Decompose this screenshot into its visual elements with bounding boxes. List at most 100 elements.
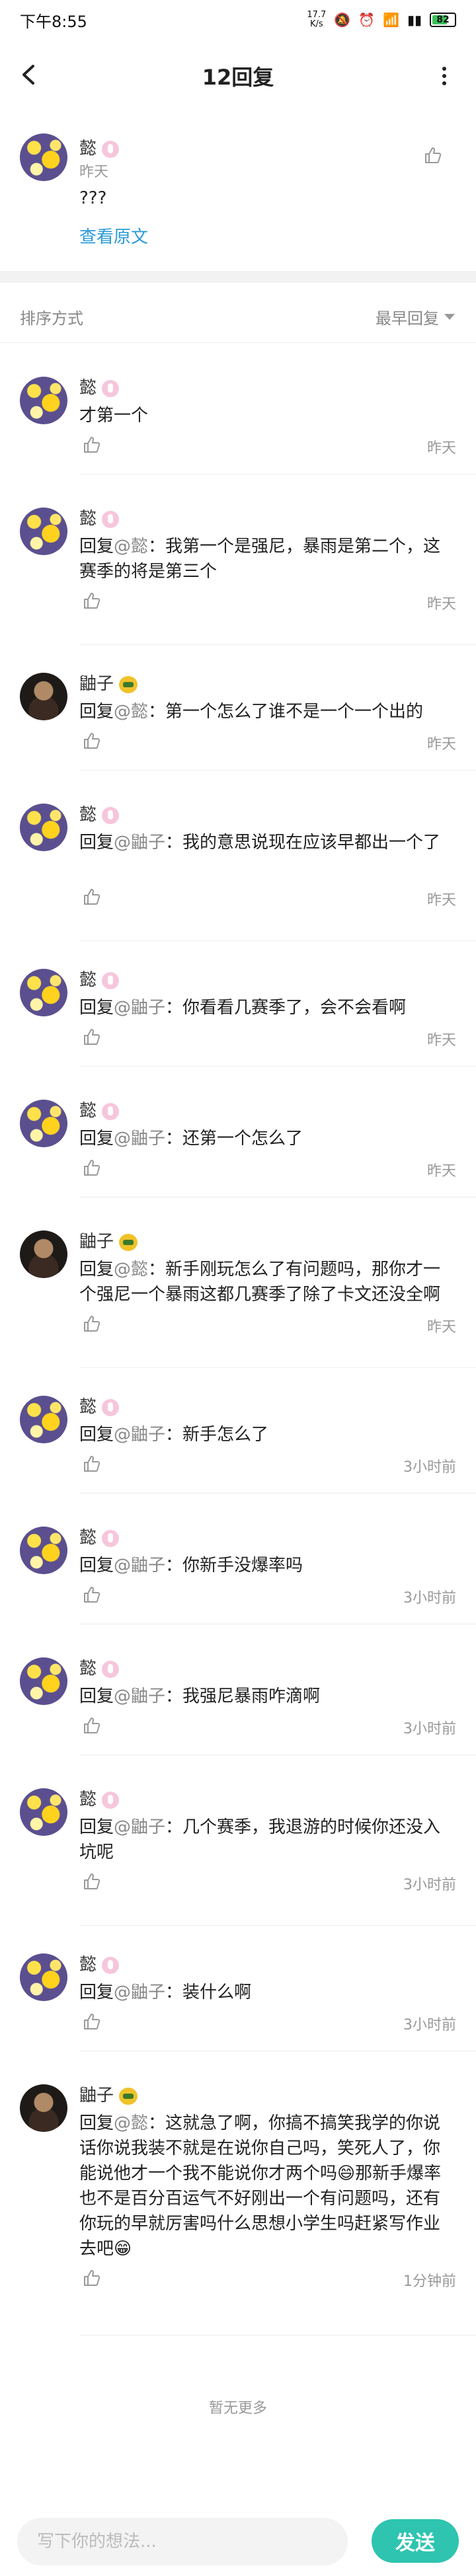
reply-prefix: 回复 [79, 1686, 114, 1706]
divider [79, 940, 476, 941]
like-icon[interactable] [82, 1585, 102, 1605]
reply-item[interactable]: 鼬子 回复@懿：这就急了啊，你搞不搞笑我学的你说话你说我装不就是在说你自己吗，笑死… [0, 2084, 476, 2335]
reply-item[interactable]: 懿回复@鼬子：我强尼暴雨咋滴啊 3小时前 [0, 1657, 476, 1755]
reply-mention[interactable]: @鼬子 [114, 833, 165, 852]
like-icon[interactable] [423, 145, 443, 165]
reply-author[interactable]: 懿 [79, 1097, 120, 1121]
comment-author[interactable]: 懿 [79, 135, 120, 159]
reply-mention[interactable]: @懿 [114, 537, 148, 556]
avatar[interactable] [20, 1657, 67, 1705]
reply-author[interactable]: 懿 [79, 801, 120, 825]
reply-mention[interactable]: @鼬子 [114, 1686, 165, 1706]
reply-author-name: 懿 [79, 1528, 97, 1548]
avatar[interactable] [20, 1396, 67, 1443]
user-badge-icon [102, 1956, 120, 1974]
avatar[interactable] [20, 804, 67, 851]
avatar[interactable] [20, 673, 67, 720]
reply-item[interactable]: 懿才第一个 昨天 [0, 377, 476, 474]
avatar[interactable] [20, 1527, 67, 1574]
reply-time: 昨天 [426, 1032, 456, 1049]
like-icon[interactable] [82, 1872, 102, 1891]
reply-item[interactable]: 懿回复@鼬子：你看看几赛季了，会不会看啊 昨天 [0, 969, 476, 1067]
view-original-link[interactable]: 查看原文 [79, 223, 148, 248]
sort-dropdown[interactable]: 最早回复 [376, 305, 455, 328]
reply-author[interactable]: 懿 [79, 505, 120, 529]
more-options-icon[interactable] [439, 59, 450, 93]
comment-input[interactable] [17, 2518, 348, 2565]
reply-prefix: 回复 [79, 702, 114, 722]
like-icon[interactable] [82, 731, 102, 751]
reply-mention[interactable]: @鼬子 [114, 1983, 165, 2002]
reply-author-name: 懿 [79, 805, 97, 825]
reply-author[interactable]: 懿 [79, 1951, 120, 1975]
reply-item[interactable]: 懿回复@鼬子：还第一个怎么了 昨天 [0, 1100, 476, 1197]
user-badge-icon [102, 510, 120, 528]
reply-item[interactable]: 懿回复@鼬子：新手怎么了 3小时前 [0, 1396, 476, 1494]
avatar[interactable] [20, 969, 67, 1016]
user-badge-icon [119, 675, 138, 693]
reply-item[interactable]: 鼬子 回复@懿：新手刚玩怎么了有问题吗，那你才一个强尼一个暴雨这都几赛季了除了卡文… [0, 1231, 476, 1368]
reply-item[interactable]: 懿回复@鼬子：几个赛季，我退游的时候你还没入坑呢 3小时前 [0, 1788, 476, 1926]
user-badge-icon [102, 140, 120, 158]
like-icon[interactable] [82, 2268, 102, 2288]
reply-prefix: 回复 [79, 833, 114, 852]
avatar[interactable] [20, 1788, 67, 1836]
reply-mention[interactable]: @鼬子 [114, 1817, 165, 1837]
reply-author[interactable]: 懿 [79, 966, 120, 991]
reply-text: 回复@鼬子：我强尼暴雨咋滴啊 [79, 1684, 456, 1709]
like-icon[interactable] [82, 591, 102, 611]
reply-mention[interactable]: @鼬子 [114, 1129, 165, 1149]
avatar[interactable] [20, 377, 67, 424]
like-icon[interactable] [82, 887, 102, 907]
avatar[interactable] [20, 133, 67, 181]
reply-author[interactable]: 懿 [79, 1393, 120, 1418]
reply-mention[interactable]: @懿 [114, 2113, 148, 2133]
divider [79, 1493, 476, 1494]
reply-prefix: 回复 [79, 1425, 114, 1445]
sort-label: 排序方式 [20, 309, 83, 328]
reply-time: 昨天 [426, 440, 456, 457]
send-button[interactable]: 发送 [372, 2519, 459, 2563]
reply-mention[interactable]: @鼬子 [114, 1425, 165, 1445]
reply-author-name: 懿 [79, 1101, 97, 1121]
avatar[interactable] [20, 508, 67, 555]
divider [79, 1066, 476, 1067]
reply-item[interactable]: 懿回复@懿：我第一个是强尼，暴雨是第二个，这赛季的将是第三个 昨天 [0, 508, 476, 645]
reply-mention[interactable]: @鼬子 [114, 1556, 165, 1575]
reply-item[interactable]: 懿回复@鼬子：装什么啊 3小时前 [0, 1953, 476, 2051]
avatar[interactable] [20, 1100, 67, 1147]
network-speed-unit: K/s [309, 19, 323, 29]
reply-author[interactable]: 懿 [79, 374, 120, 398]
reply-mention[interactable]: @鼬子 [114, 998, 165, 1018]
reply-author[interactable]: 鼬子 [79, 2082, 138, 2106]
comment-text: ??? [79, 188, 107, 208]
like-icon[interactable] [82, 1716, 102, 1735]
like-icon[interactable] [82, 1454, 102, 1474]
avatar[interactable] [20, 1231, 67, 1278]
reply-mention[interactable]: @懿 [114, 702, 148, 722]
sort-selected: 最早回复 [376, 309, 439, 328]
avatar[interactable] [20, 1953, 67, 2001]
reply-author[interactable]: 鼬子 [79, 1228, 138, 1252]
reply-item[interactable]: 懿回复@鼬子：我的意思说现在应该早都出一个了 昨天 [0, 804, 476, 941]
reply-author[interactable]: 鼬子 [79, 670, 138, 695]
avatar[interactable] [20, 2084, 67, 2132]
back-icon[interactable] [17, 58, 44, 91]
reply-author-name: 鼬子 [79, 674, 114, 694]
like-icon[interactable] [82, 1314, 102, 1334]
like-icon[interactable] [82, 435, 102, 455]
like-icon[interactable] [82, 1158, 102, 1178]
reply-body: ：新手怎么了 [165, 1425, 269, 1445]
reply-time: 昨天 [426, 596, 456, 613]
like-icon[interactable] [82, 1027, 102, 1047]
reply-mention[interactable]: @懿 [114, 1260, 148, 1279]
reply-author[interactable]: 懿 [79, 1524, 120, 1548]
reply-item[interactable]: 鼬子 回复@懿：第一个怎么了谁不是一个一个出的 昨天 [0, 673, 476, 771]
reply-time: 1分钟前 [403, 2273, 456, 2290]
like-icon[interactable] [82, 2012, 102, 2031]
no-more-label: 暂无更多 [208, 2400, 267, 2417]
reply-author[interactable]: 懿 [79, 1655, 120, 1679]
reply-author[interactable]: 懿 [79, 1786, 120, 1810]
chevron-down-icon [444, 314, 455, 320]
reply-item[interactable]: 懿回复@鼬子：你新手没爆率吗 3小时前 [0, 1527, 476, 1624]
